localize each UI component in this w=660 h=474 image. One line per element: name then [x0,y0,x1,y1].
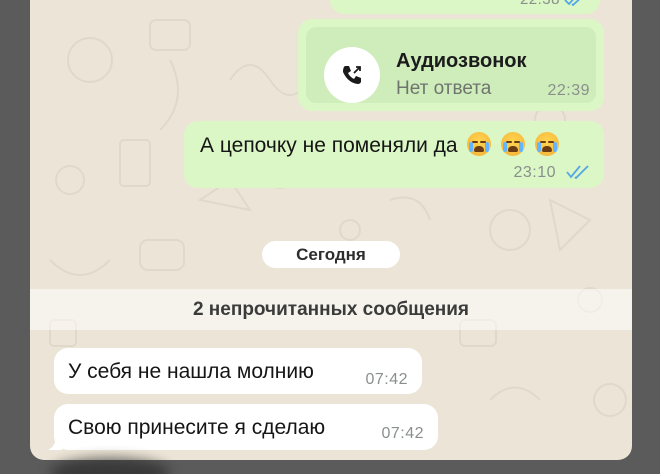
message-text: У себя не нашла молнию [68,360,314,383]
incoming-message[interactable]: У себя не нашла молнию 07:42 [54,348,422,394]
call-status: Нет ответа [396,78,492,99]
crying-face-icon [467,132,492,156]
message-text: А цепочку не поменяли да [200,132,560,158]
message-time: 22:38 [520,0,560,8]
call-title: Аудиозвонок [396,50,527,72]
audio-call-message[interactable]: Аудиозвонок Нет ответа 22:39 [298,19,604,111]
bubble-tail [48,436,62,450]
date-separator: Сегодня [262,241,400,268]
message-time: 23:10 [513,164,556,181]
crying-face-icon [501,132,526,156]
background-shadow [50,458,170,474]
unread-messages-banner: 2 непрочитанных сообщения [30,289,632,330]
message-text-content: А цепочку не поменяли да [200,134,458,157]
message-time: 07:42 [381,425,424,442]
outgoing-message[interactable]: А цепочку не поменяли да 23:10 [184,121,604,188]
chat-panel[interactable]: 22:38 Аудиозвонок Нет ответа 22:39 А цеп… [30,0,632,460]
message-time: 22:39 [547,82,590,99]
message-text: Свою принесите я сделаю [68,416,326,439]
crying-face-icon [535,132,560,156]
message-time: 07:42 [365,371,408,388]
read-receipt-icon [564,0,580,6]
missed-call-icon [324,47,380,103]
read-receipt-icon [566,165,589,179]
incoming-message[interactable]: Свою принесите я сделаю 07:42 [48,404,438,450]
previous-outgoing-message[interactable]: 22:38 [330,0,600,14]
